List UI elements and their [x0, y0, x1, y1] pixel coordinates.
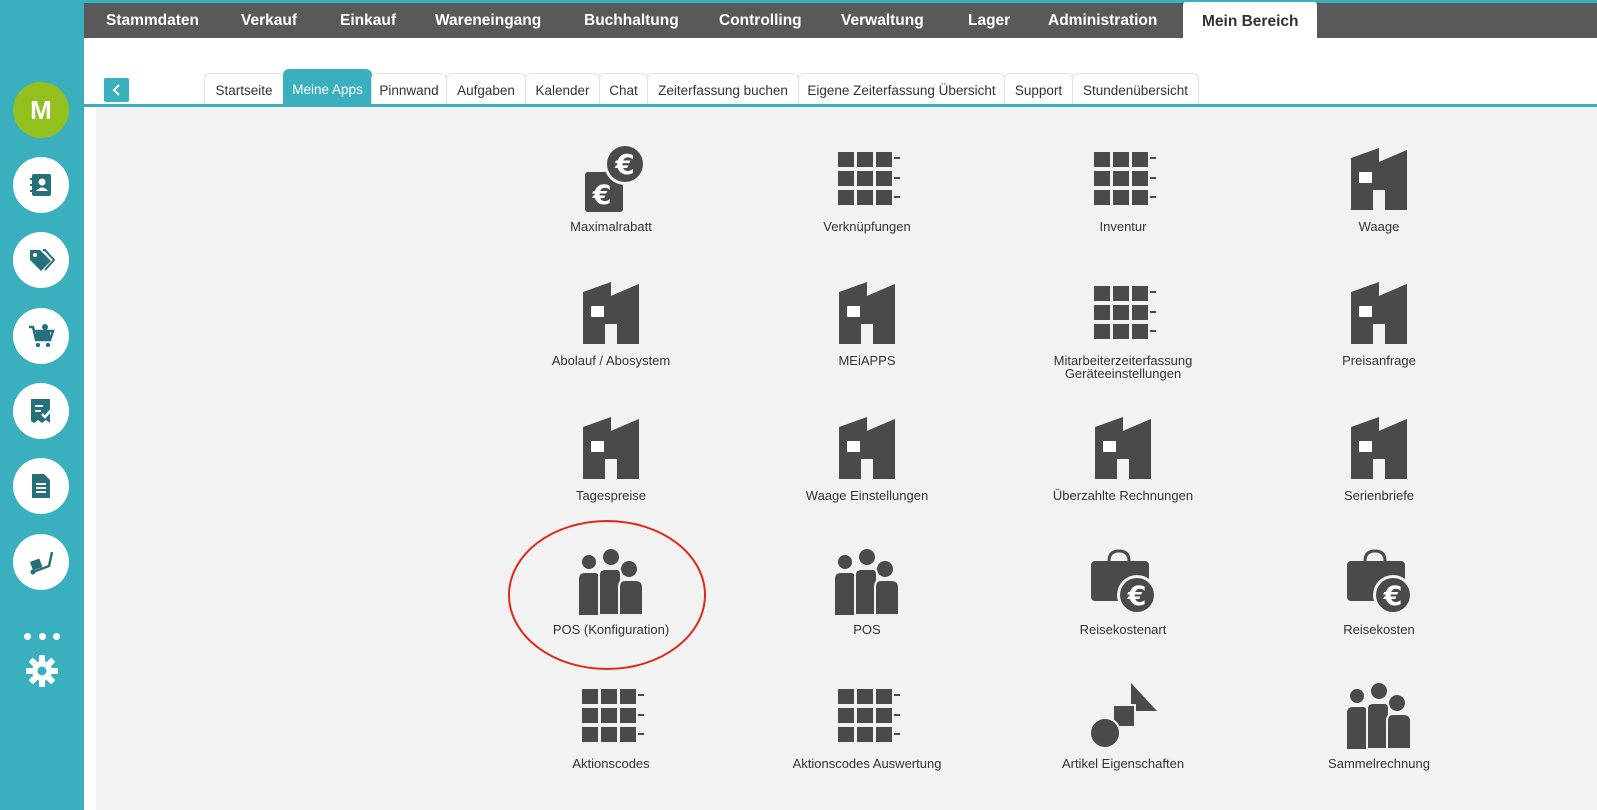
factory-icon [831, 278, 903, 350]
nav-buchhaltung[interactable]: Buchhaltung [584, 3, 679, 38]
app-abolauf[interactable]: Abolauf / Abosystem [491, 278, 731, 367]
factory-icon [575, 278, 647, 350]
app-label: Sammelrechnung [1328, 756, 1430, 771]
app-aktionscodes[interactable]: Aktionscodes [491, 681, 731, 770]
app-label: POS (Konfiguration) [552, 622, 670, 637]
avatar[interactable]: M [13, 82, 69, 138]
nav-wareneingang[interactable]: Wareneingang [435, 3, 541, 38]
app-inventur[interactable]: Inventur [1003, 144, 1243, 233]
app-meiapps[interactable]: MEiAPPS [747, 278, 987, 367]
app-reisekosten[interactable]: Reisekosten [1259, 547, 1499, 636]
app-aktionscodes-auswertung[interactable]: Aktionscodes Auswertung [747, 681, 987, 770]
nav-stammdaten[interactable]: Stammdaten [106, 3, 199, 38]
gear-icon[interactable] [25, 654, 59, 688]
app-ueberzahlte-rechnungen[interactable]: Überzahlte Rechnungen [1003, 413, 1243, 502]
main-navigation: Stammdaten Verkauf Einkauf Wareneingang … [84, 0, 1597, 42]
factory-icon [1343, 413, 1415, 485]
factory-icon [575, 413, 647, 485]
app-sammelrechnung[interactable]: Sammelrechnung [1259, 681, 1499, 770]
people-group-icon [575, 547, 647, 619]
cart-icon [29, 324, 55, 348]
grid-list-icon [831, 144, 903, 216]
shapes-icon [1087, 681, 1159, 753]
back-button[interactable] [104, 78, 129, 102]
app-label: Verknüpfungen [823, 219, 911, 234]
tab-zeiterfassung-buchen[interactable]: Zeiterfassung buchen [647, 73, 799, 104]
euro-bag-icon [1343, 547, 1415, 619]
factory-icon [831, 413, 903, 485]
tags-button[interactable] [13, 232, 69, 288]
document-button[interactable] [13, 458, 69, 514]
app-label: Artikel Eigenschaften [1061, 756, 1185, 771]
app-serienbriefe[interactable]: Serienbriefe [1259, 413, 1499, 502]
tab-aufgaben[interactable]: Aufgaben [446, 73, 526, 104]
more-dots-icon[interactable] [24, 632, 60, 640]
tab-meine-apps[interactable]: Meine Apps [283, 69, 372, 104]
app-pos-konfiguration[interactable]: POS (Konfiguration) [491, 547, 731, 636]
grid-list-icon [575, 681, 647, 753]
nav-lager[interactable]: Lager [968, 3, 1010, 38]
tab-pinnwand[interactable]: Pinnwand [371, 73, 447, 104]
app-label: Waage [1358, 219, 1400, 234]
nav-mein-bereich[interactable]: Mein Bereich [1183, 2, 1318, 42]
nav-verkauf[interactable]: Verkauf [241, 3, 297, 38]
nav-controlling[interactable]: Controlling [719, 3, 802, 38]
factory-icon [1087, 413, 1159, 485]
hand-truck-button[interactable] [13, 534, 69, 590]
app-label: POS [853, 622, 881, 637]
app-maximalrabatt[interactable]: Maximalrabatt [491, 144, 731, 233]
grid-list-icon [1087, 144, 1159, 216]
app-preisanfrage[interactable]: Preisanfrage [1259, 278, 1499, 367]
grid-list-icon [1087, 278, 1159, 350]
left-sidebar: M [0, 0, 84, 810]
app-waage-einstellungen[interactable]: Waage Einstellungen [747, 413, 987, 502]
grid-list-icon [831, 681, 903, 753]
cart-button[interactable] [13, 308, 69, 364]
checklist-button[interactable] [13, 383, 69, 439]
app-mitarbeiterzeiterfassung[interactable]: Mitarbeiterzeiterfassung Geräteeinstellu… [1003, 278, 1243, 380]
app-waage[interactable]: Waage [1259, 144, 1499, 233]
tab-stundenuebersicht[interactable]: Stundenübersicht [1072, 73, 1199, 104]
people-group-icon [831, 547, 903, 619]
tab-eigene-zeiterfassung[interactable]: Eigene Zeiterfassung Übersicht [798, 73, 1005, 104]
app-tagespreise[interactable]: Tagespreise [491, 413, 731, 502]
app-label: Reisekosten [1343, 622, 1415, 637]
app-label: Abolauf / Abosystem [551, 353, 671, 368]
factory-icon [1343, 144, 1415, 216]
app-label: Preisanfrage [1342, 353, 1416, 368]
app-reisekostenart[interactable]: Reisekostenart [1003, 547, 1243, 636]
checklist-icon [31, 399, 53, 423]
nav-administration[interactable]: Administration [1048, 3, 1157, 38]
app-label: Überzahlte Rechnungen [1052, 488, 1194, 503]
euro-bag-icon [1087, 547, 1159, 619]
hand-truck-icon [29, 551, 54, 575]
app-label: Mitarbeiterzeiterfassung Geräteeinstellu… [1053, 353, 1193, 381]
app-label: Tagespreise [575, 488, 647, 503]
people-group-icon [1343, 681, 1415, 753]
tab-kalender[interactable]: Kalender [525, 73, 600, 104]
app-verknuepfungen[interactable]: Verknüpfungen [747, 144, 987, 233]
chevron-left-icon [112, 84, 120, 96]
app-label: Waage Einstellungen [805, 488, 929, 503]
nav-verwaltung[interactable]: Verwaltung [841, 3, 924, 38]
app-label: Aktionscodes [572, 756, 650, 771]
app-label: Serienbriefe [1343, 488, 1415, 503]
app-label: Maximalrabatt [570, 219, 652, 234]
app-label: Reisekostenart [1079, 622, 1167, 637]
app-label: MEiAPPS [838, 353, 896, 368]
factory-icon [1343, 278, 1415, 350]
euro-coins-icon [575, 144, 647, 216]
app-artikel-eigenschaften[interactable]: Artikel Eigenschaften [1003, 681, 1243, 770]
contacts-button[interactable] [13, 157, 69, 213]
tab-startseite[interactable]: Startseite [204, 73, 284, 104]
tags-icon [30, 249, 55, 271]
app-pos[interactable]: POS [747, 547, 987, 636]
document-icon [32, 474, 50, 498]
tab-support[interactable]: Support [1004, 73, 1073, 104]
tab-chat[interactable]: Chat [599, 73, 648, 104]
contacts-icon [30, 174, 51, 196]
app-label: Aktionscodes Auswertung [792, 756, 942, 771]
app-label: Inventur [1099, 219, 1147, 234]
nav-einkauf[interactable]: Einkauf [340, 3, 396, 38]
